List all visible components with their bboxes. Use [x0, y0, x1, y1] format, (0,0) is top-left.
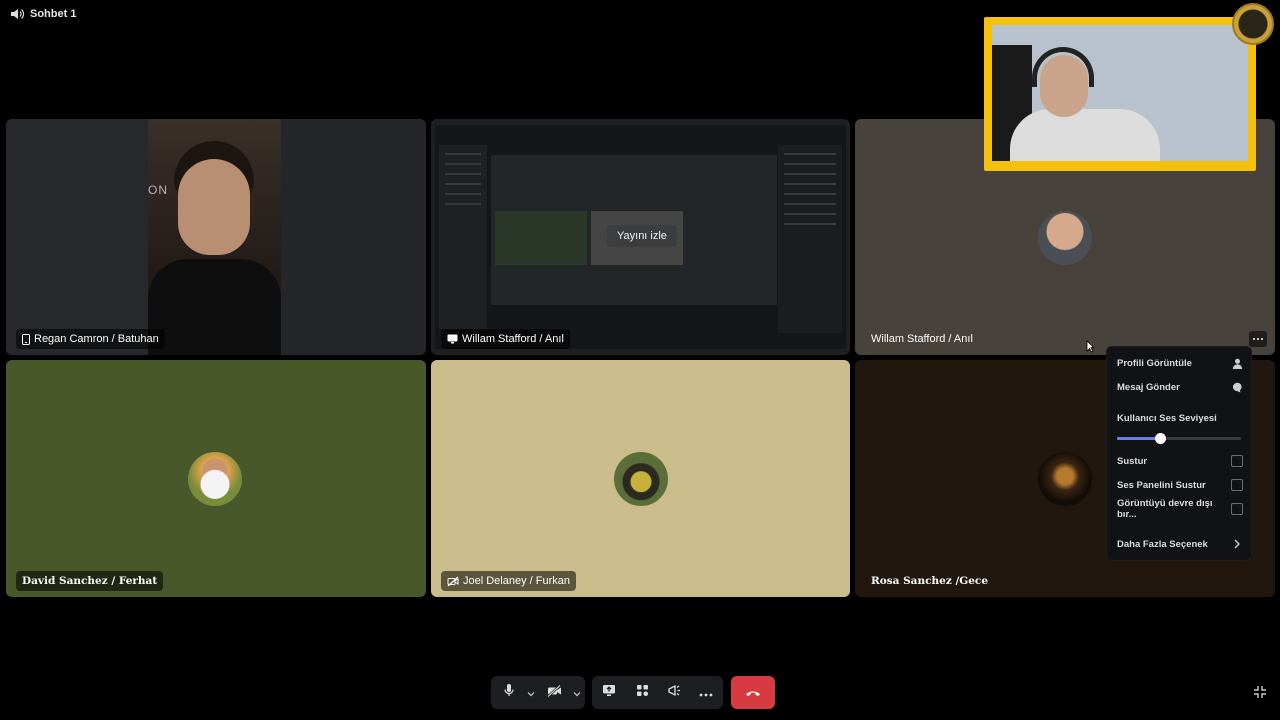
mute-soundboard-item[interactable]: Ses Panelini Sustur — [1107, 474, 1253, 496]
mute-checkbox[interactable] — [1231, 455, 1243, 467]
volume-slider-handle[interactable] — [1155, 433, 1167, 444]
camera-feed — [6, 119, 281, 355]
microphone-button[interactable] — [495, 676, 523, 709]
user-icon — [1231, 357, 1243, 369]
channel-title: Sohbet 1 — [30, 8, 77, 20]
mobile-icon — [22, 333, 30, 345]
watch-stream-button[interactable]: Yayını izle — [607, 225, 677, 247]
audio-settings-dropdown[interactable] — [523, 676, 539, 709]
chevron-right-icon — [1231, 538, 1243, 550]
menu-item-label: Mesaj Gönder — [1117, 381, 1180, 393]
user-context-menu: Profili Görüntüle Mesaj Gönder Kullanıcı… — [1106, 346, 1252, 561]
participant-tile-david[interactable]: David Sanchez / Ferhat — [6, 360, 426, 597]
share-screen-button[interactable] — [592, 676, 626, 709]
participant-name: Rosa Sanchez /Gece — [871, 575, 989, 587]
activities-icon — [636, 684, 649, 702]
audio-video-controls — [491, 676, 585, 709]
channel-logo — [1232, 3, 1274, 45]
call-actions — [592, 676, 723, 709]
collapse-icon — [1253, 686, 1267, 703]
hang-up-icon — [745, 684, 761, 702]
menu-item-label: Profili Görüntüle — [1117, 357, 1192, 369]
volume-label: Kullanıcı Ses Seviyesi — [1117, 413, 1217, 424]
menu-item-label: Daha Fazla Seçenek — [1117, 538, 1208, 550]
disable-video-item[interactable]: Görüntüyü devre dışı bır... — [1107, 498, 1253, 520]
participant-name: David Sanchez / Ferhat — [22, 575, 158, 587]
send-message-item[interactable]: Mesaj Gönder — [1107, 376, 1253, 398]
participant-name: Joel Delaney / Furkan — [463, 575, 570, 587]
user-volume-slider[interactable] — [1117, 433, 1241, 444]
soundboard-icon — [667, 684, 681, 702]
chevron-down-icon — [573, 684, 581, 702]
participant-nametag: Regan Camron / Batuhan — [16, 329, 165, 349]
camera-off-icon — [546, 684, 562, 702]
video-off-icon — [447, 576, 459, 587]
video-settings-dropdown[interactable] — [569, 676, 585, 709]
participant-name: Regan Camron / Batuhan — [34, 333, 159, 345]
menu-item-label: Sustur — [1117, 455, 1148, 467]
participant-tile-regan[interactable]: ON Regan Camron / Batuhan — [6, 119, 426, 355]
participant-nametag: Rosa Sanchez /Gece — [865, 571, 994, 591]
avatar — [188, 452, 242, 506]
speaker-icon — [10, 8, 24, 20]
avatar — [1038, 452, 1092, 506]
participant-nametag: David Sanchez / Ferhat — [16, 571, 164, 591]
participant-nametag: Willam Stafford / Anıl — [865, 329, 979, 349]
participant-tile-stream[interactable]: Yayını izle Willam Stafford / Anıl — [431, 119, 850, 355]
participant-nametag: Joel Delaney / Furkan — [441, 571, 576, 591]
disconnect-button[interactable] — [731, 676, 775, 709]
avatar — [1038, 211, 1092, 265]
participant-name: Willam Stafford / Anıl — [462, 333, 564, 345]
screen-share-icon — [602, 684, 616, 702]
voice-call-screen: Sohbet 1 ON Regan Camron / Batuhan Yayın… — [0, 0, 1280, 720]
menu-item-label: Görüntüyü devre dışı bır... — [1117, 498, 1213, 520]
participant-nametag: Willam Stafford / Anıl — [441, 329, 570, 349]
channel-header: Sohbet 1 — [10, 8, 76, 20]
avatar — [614, 452, 668, 506]
screen-icon — [447, 334, 458, 344]
camera-background-text: ON — [148, 183, 168, 197]
chat-bubble-icon — [1231, 381, 1243, 393]
soundboard-button[interactable] — [658, 676, 690, 709]
participant-name: Willam Stafford / Anıl — [871, 333, 973, 345]
more-controls-button[interactable] — [690, 676, 722, 709]
mute-soundboard-checkbox[interactable] — [1231, 479, 1243, 491]
more-options-item[interactable]: Daha Fazla Seçenek — [1107, 533, 1253, 555]
exit-fullscreen-button[interactable] — [1253, 685, 1267, 704]
activities-button[interactable] — [626, 676, 658, 709]
tile-more-button[interactable] — [1249, 331, 1267, 347]
mute-item[interactable]: Sustur — [1107, 450, 1253, 472]
disable-video-checkbox[interactable] — [1231, 503, 1243, 515]
more-icon — [699, 684, 713, 702]
mouse-cursor-icon — [1086, 340, 1095, 358]
view-profile-item[interactable]: Profili Görüntüle — [1107, 352, 1253, 374]
camera-button[interactable] — [539, 676, 569, 709]
microphone-icon — [504, 683, 514, 702]
participant-tile-joel[interactable]: Joel Delaney / Furkan — [431, 360, 850, 597]
streamer-camera-overlay — [984, 17, 1256, 171]
chevron-down-icon — [527, 684, 535, 702]
menu-item-label: Ses Panelini Sustur — [1117, 479, 1206, 491]
